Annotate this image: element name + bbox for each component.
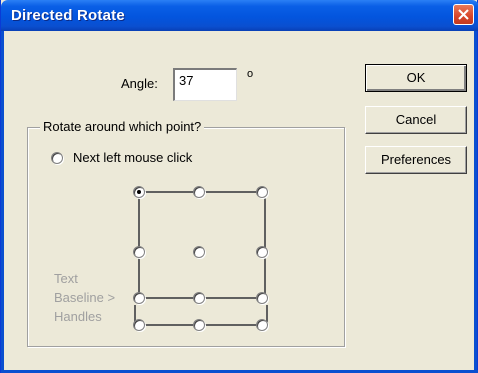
bounding-box-diagram xyxy=(134,191,268,326)
directed-rotate-dialog: Directed Rotate Angle: 37 o OK Cancel Pr… xyxy=(0,0,478,373)
point-radio-top-left[interactable] xyxy=(133,186,145,198)
point-radio-top-right[interactable] xyxy=(256,186,268,198)
point-radio-baseline-center[interactable] xyxy=(193,292,205,304)
point-radio-baseline-left[interactable] xyxy=(133,292,145,304)
point-radio-middle-left[interactable] xyxy=(133,246,145,258)
point-radio-bottom-left[interactable] xyxy=(133,319,145,331)
point-radio-center[interactable] xyxy=(193,246,205,258)
point-radio-bottom-center[interactable] xyxy=(193,319,205,331)
point-radio-top-center[interactable] xyxy=(193,186,205,198)
point-radio-bottom-right[interactable] xyxy=(256,319,268,331)
point-radio-middle-right[interactable] xyxy=(256,246,268,258)
point-radio-baseline-right[interactable] xyxy=(256,292,268,304)
